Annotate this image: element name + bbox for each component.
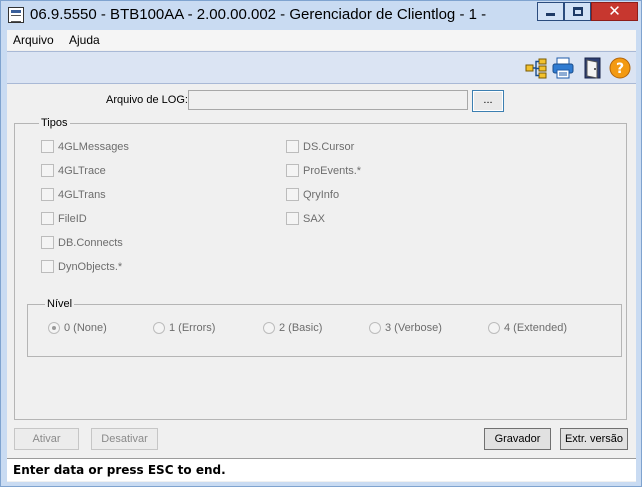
checkbox-fileid[interactable]: FileID <box>41 212 87 225</box>
arquivo-log-input[interactable] <box>188 90 468 110</box>
checkbox-label: SAX <box>303 212 326 225</box>
checkbox-4gltrace[interactable]: 4GLTrace <box>41 164 106 177</box>
title-bar[interactable]: 06.9.5550 - BTB100AA - 2.00.00.002 - Ger… <box>1 1 641 30</box>
tipos-legend: Tipos <box>39 117 70 129</box>
arquivo-log-label: Arquivo de LOG: <box>106 94 188 106</box>
checkbox-proevents[interactable]: ProEvents.* <box>286 164 361 177</box>
checkbox-box <box>41 188 54 201</box>
ativar-button[interactable]: Ativar <box>14 428 79 450</box>
minimize-icon <box>546 13 555 16</box>
tree-icon[interactable] <box>525 57 547 79</box>
checkbox-label: QryInfo <box>303 188 340 201</box>
checkbox-box <box>286 212 299 225</box>
checkbox-label: 4GLMessages <box>58 140 129 153</box>
radio-label: 2 (Basic) <box>279 322 323 334</box>
nivel-group: Nível 0 (None) 1 (Errors) 2 (Basic) 3 (V… <box>27 298 622 357</box>
browse-button[interactable]: ... <box>472 90 504 112</box>
gravador-button[interactable]: Gravador <box>484 428 551 450</box>
radio-dot <box>369 322 381 334</box>
menu-arquivo[interactable]: Arquivo <box>13 33 54 47</box>
checkbox-qryinfo[interactable]: QryInfo <box>286 188 339 201</box>
client-area: Arquivo Ajuda ? Arquivo de LOG: ... Tipo… <box>7 30 636 482</box>
checkbox-dynobjects[interactable]: DynObjects.* <box>41 260 122 273</box>
checkbox-label: DS.Cursor <box>303 140 355 153</box>
status-bar: Enter data or press ESC to end. <box>7 458 636 481</box>
radio-label: 3 (Verbose) <box>385 322 442 334</box>
checkbox-box <box>41 212 54 225</box>
extr-versao-button[interactable]: Extr. versão <box>560 428 628 450</box>
app-icon[interactable] <box>8 7 24 23</box>
radio-level-1[interactable]: 1 (Errors) <box>153 322 215 334</box>
radio-label: 0 (None) <box>64 322 107 334</box>
radio-dot <box>263 322 275 334</box>
close-icon: ✕ <box>608 2 621 20</box>
checkbox-box <box>41 164 54 177</box>
checkbox-4glmessages[interactable]: 4GLMessages <box>41 140 129 153</box>
printer-icon[interactable] <box>552 57 574 79</box>
checkbox-box <box>286 188 299 201</box>
checkbox-db-connects[interactable]: DB.Connects <box>41 236 123 249</box>
radio-level-0[interactable]: 0 (None) <box>48 322 107 334</box>
help-icon[interactable]: ? <box>609 57 631 79</box>
checkbox-box <box>41 236 54 249</box>
checkbox-label: FileID <box>58 212 87 225</box>
radio-level-2[interactable]: 2 (Basic) <box>263 322 322 334</box>
checkbox-label: ProEvents.* <box>303 164 362 177</box>
maximize-button[interactable] <box>564 2 591 21</box>
menu-ajuda[interactable]: Ajuda <box>69 33 100 47</box>
radio-dot <box>48 322 60 334</box>
radio-label: 1 (Errors) <box>169 322 216 334</box>
checkbox-label: 4GLTrace <box>58 164 106 177</box>
radio-level-4[interactable]: 4 (Extended) <box>488 322 567 334</box>
checkbox-box <box>286 164 299 177</box>
checkbox-4gltrans[interactable]: 4GLTrans <box>41 188 106 201</box>
close-button[interactable]: ✕ <box>591 2 638 21</box>
tipos-group: Tipos 4GLMessages 4GLTrace 4GLTrans File… <box>14 117 627 420</box>
checkbox-ds-cursor[interactable]: DS.Cursor <box>286 140 354 153</box>
status-text: Enter data or press ESC to end. <box>13 463 226 477</box>
checkbox-label: DynObjects.* <box>58 260 123 273</box>
toolbar: ? <box>7 51 636 84</box>
minimize-button[interactable] <box>537 2 564 21</box>
radio-label: 4 (Extended) <box>504 322 567 334</box>
window-title: 06.9.5550 - BTB100AA - 2.00.00.002 - Ger… <box>30 6 487 23</box>
nivel-legend: Nível <box>45 298 75 310</box>
svg-text:?: ? <box>616 61 624 77</box>
application-window: 06.9.5550 - BTB100AA - 2.00.00.002 - Ger… <box>0 0 642 487</box>
radio-dot <box>488 322 500 334</box>
menu-bar: Arquivo Ajuda <box>7 30 636 50</box>
checkbox-box <box>41 140 54 153</box>
maximize-icon <box>572 7 583 16</box>
radio-level-3[interactable]: 3 (Verbose) <box>369 322 442 334</box>
checkbox-sax[interactable]: SAX <box>286 212 325 225</box>
exit-door-icon[interactable] <box>582 57 604 79</box>
radio-dot <box>153 322 165 334</box>
checkbox-box <box>41 260 54 273</box>
checkbox-box <box>286 140 299 153</box>
checkbox-label: 4GLTrans <box>58 188 106 201</box>
checkbox-label: DB.Connects <box>58 236 123 249</box>
desativar-button[interactable]: Desativar <box>91 428 158 450</box>
